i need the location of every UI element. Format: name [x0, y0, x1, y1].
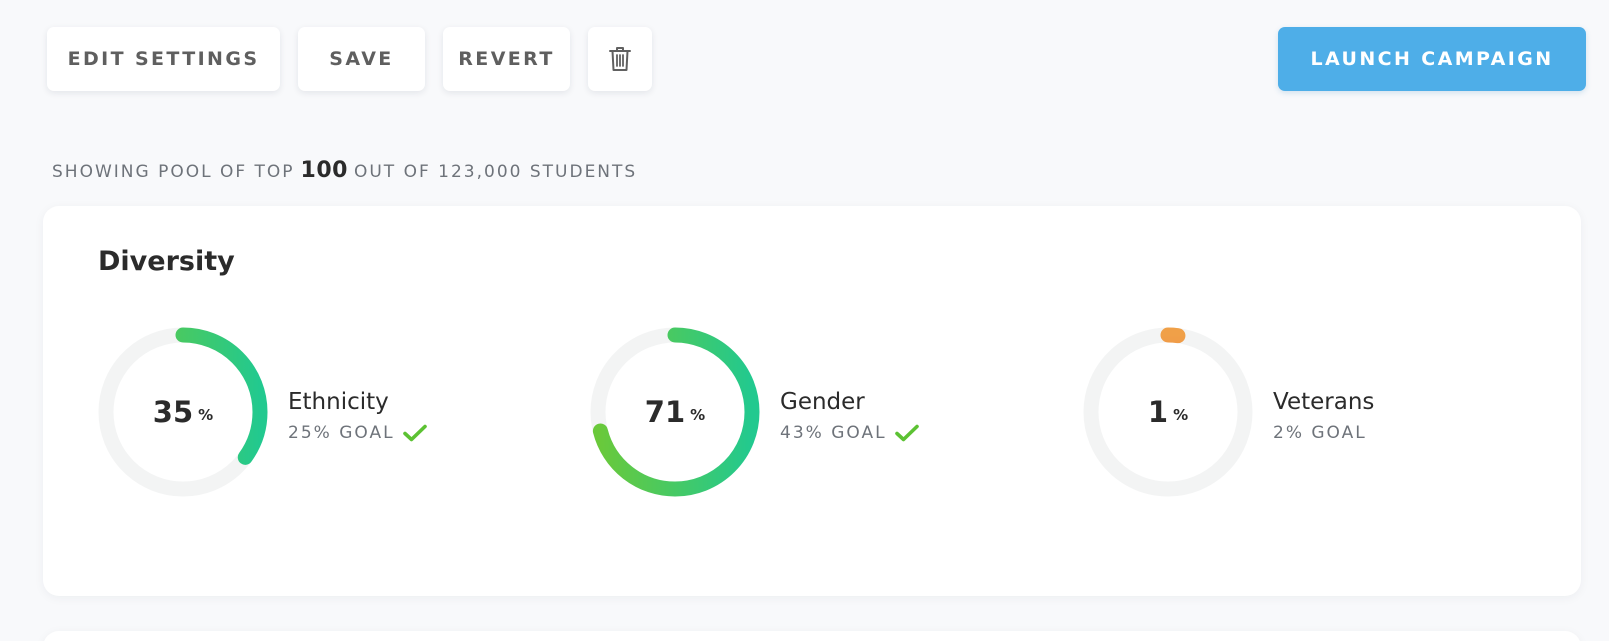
metric-label: Veterans: [1273, 389, 1375, 415]
gauge-value: 1%: [1083, 327, 1253, 497]
delete-button[interactable]: [588, 27, 652, 91]
metric-goal: 25% GOAL: [288, 423, 427, 443]
ethnicity-gauge: 35%: [98, 327, 268, 497]
veterans-gauge: 1%: [1083, 327, 1253, 497]
metric-info: Gender 43% GOAL: [780, 389, 919, 443]
goal-text: 25% GOAL: [288, 423, 395, 443]
gender-gauge: 71%: [590, 327, 760, 497]
pool-summary: SHOWING POOL OF TOP 100 OUT OF 123,000 S…: [52, 158, 637, 183]
toolbar: EDIT SETTINGS SAVE REVERT LAUNCH CAMPAIG…: [47, 27, 1586, 91]
metric-goal: 2% GOAL: [1273, 423, 1374, 443]
gauge-unit: %: [1173, 406, 1189, 424]
metric-veterans: 1% Veterans 2% GOAL: [1083, 327, 1543, 497]
gauge-number: 1: [1147, 395, 1169, 429]
revert-button[interactable]: REVERT: [443, 27, 570, 91]
campaign-page: EDIT SETTINGS SAVE REVERT LAUNCH CAMPAIG…: [0, 0, 1609, 641]
launch-campaign-button[interactable]: LAUNCH CAMPAIGN: [1278, 27, 1586, 91]
check-icon: [894, 424, 919, 442]
pool-top-count: 100: [300, 158, 348, 183]
card-title: Diversity: [98, 246, 235, 277]
pool-prefix: SHOWING POOL OF TOP: [52, 162, 295, 182]
gauge-number: 71: [644, 395, 686, 429]
metric-label: Ethnicity: [288, 389, 389, 415]
metric-ethnicity: 35% Ethnicity 25% GOAL: [98, 327, 558, 497]
save-button[interactable]: SAVE: [298, 27, 425, 91]
gauge-unit: %: [690, 406, 706, 424]
metric-label: Gender: [780, 389, 865, 415]
gauge-value: 35%: [98, 327, 268, 497]
check-icon: [402, 424, 427, 442]
metric-goal: 43% GOAL: [780, 423, 919, 443]
trash-icon: [609, 47, 631, 71]
metric-info: Ethnicity 25% GOAL: [288, 389, 427, 443]
edit-settings-button[interactable]: EDIT SETTINGS: [47, 27, 280, 91]
next-card: [43, 631, 1581, 641]
metric-gender: 71% Gender 43% GOAL: [590, 327, 1050, 497]
gauge-unit: %: [198, 406, 214, 424]
gauge-number: 35: [152, 395, 194, 429]
metric-info: Veterans 2% GOAL: [1273, 389, 1374, 443]
goal-text: 43% GOAL: [780, 423, 887, 443]
goal-text: 2% GOAL: [1273, 423, 1367, 443]
pool-suffix: OUT OF 123,000 STUDENTS: [353, 162, 638, 182]
gauge-value: 71%: [590, 327, 760, 497]
diversity-card: Diversity 35% Ethnicity 25% GOAL 71 % Ge…: [43, 206, 1581, 596]
